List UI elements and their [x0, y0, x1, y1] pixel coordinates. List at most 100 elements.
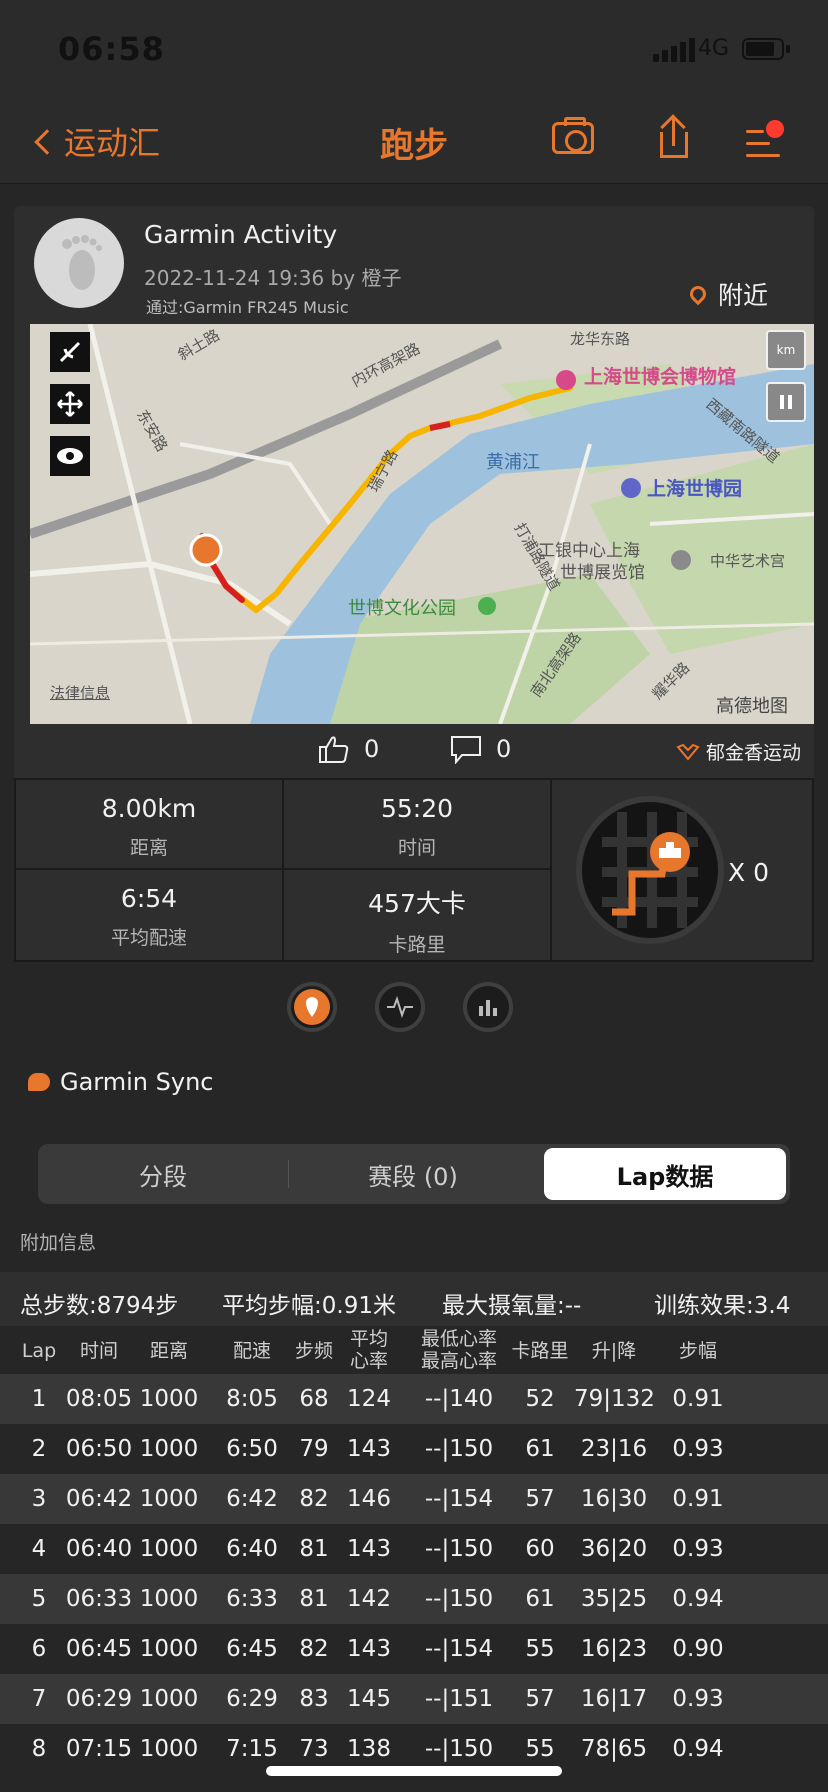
activity-device: 通过:Garmin FR245 Music	[146, 298, 349, 317]
table-cell: 36|20	[580, 1536, 648, 1562]
table-row[interactable]: 1 08:05 1000 8:05 68 124 --|140 52 79|132 0.91	[0, 1374, 828, 1424]
segment-medal[interactable]	[576, 796, 724, 944]
tulip-icon	[676, 743, 700, 761]
table-cell: 82	[299, 1636, 329, 1662]
tab-segment[interactable]: 赛段 (0)	[288, 1144, 538, 1204]
table-cell: 61	[525, 1436, 555, 1462]
table-row[interactable]: 3 06:42 1000 6:42 82 146 --|154 57 16|30 0.91	[0, 1474, 828, 1524]
lap-table-header: Lap 时间 距离 配速 步频 平均 心率 最低心率 最高心率 卡路里 升|降 步幅	[0, 1326, 828, 1374]
map-label: 中华艺术宫	[710, 552, 786, 570]
table-cell: 8:05	[226, 1386, 278, 1412]
table-cell: 0.93	[672, 1436, 724, 1462]
avatar[interactable]	[34, 218, 124, 308]
table-cell: 8	[31, 1736, 47, 1762]
table-cell: 4	[31, 1536, 47, 1562]
table-cell: 78|65	[580, 1736, 648, 1762]
table-cell: 0.91	[672, 1386, 724, 1412]
camera-icon[interactable]	[552, 117, 594, 154]
table-cell: 52	[525, 1386, 555, 1412]
like-button[interactable]: 0	[318, 734, 379, 764]
stat-time: 55:20 时间	[284, 780, 552, 870]
training-effect: 训练效果:3.4	[654, 1293, 791, 1319]
location-icon	[294, 989, 330, 1025]
distance-label: 距离	[129, 837, 168, 859]
column-header: 配速	[232, 1340, 271, 1362]
nearby-label: 附近	[718, 281, 769, 310]
km-label: km	[776, 343, 796, 357]
table-cell: 06:50	[65, 1436, 133, 1462]
sync-label: Garmin Sync	[60, 1068, 214, 1096]
map-view-button[interactable]	[287, 982, 337, 1032]
table-cell: 145	[347, 1686, 391, 1712]
table-cell: --|154	[424, 1636, 494, 1662]
table-row[interactable]: 5 06:33 1000 6:33 81 142 --|150 61 35|25 0.94	[0, 1574, 828, 1624]
thumbs-up-icon	[319, 736, 349, 763]
table-cell: 6:29	[226, 1686, 278, 1712]
stat-distance: 8.00km 距离	[16, 780, 284, 870]
activity-title: Garmin Activity	[144, 220, 338, 249]
status-time: 06:58	[58, 30, 165, 68]
table-cell: --|150	[424, 1586, 494, 1612]
table-cell: 55	[525, 1636, 555, 1662]
comment-button[interactable]: 0	[450, 734, 511, 764]
stat-pace: 6:54 平均配速	[16, 870, 284, 960]
distance-value: 8.00km	[101, 794, 197, 823]
table-row[interactable]: 6 06:45 1000 6:45 82 143 --|154 55 16|23 0.90	[0, 1624, 828, 1674]
table-cell: --|150	[424, 1536, 494, 1562]
map-label: 法律信息	[50, 684, 111, 702]
column-header: 距离	[149, 1340, 188, 1362]
table-cell: 143	[347, 1436, 391, 1462]
pace-label: 平均配速	[110, 927, 187, 949]
time-value: 55:20	[380, 794, 454, 823]
table-cell: 6:40	[226, 1536, 278, 1562]
tab-lap[interactable]: Lap数据	[544, 1148, 786, 1200]
like-count: 0	[364, 735, 380, 763]
garmin-sync[interactable]: Garmin Sync	[28, 1068, 213, 1096]
stat-calories: 457大卡 卡路里	[284, 870, 552, 960]
medal-count: X 0	[728, 858, 769, 887]
nearby-button[interactable]: 附近	[686, 276, 769, 312]
chart-view-button[interactable]	[463, 982, 513, 1032]
table-row[interactable]: 7 06:29 1000 6:29 83 145 --|151 57 16|17 0.93	[0, 1674, 828, 1724]
table-cell: 146	[347, 1486, 391, 1512]
table-cell: 0.90	[672, 1636, 724, 1662]
table-cell: 61	[525, 1586, 555, 1612]
table-cell: --|154	[424, 1486, 494, 1512]
move-icon[interactable]	[50, 384, 90, 424]
table-row[interactable]: 4 06:40 1000 6:40 81 143 --|150 60 36|20 0.93	[0, 1524, 828, 1574]
table-cell: 143	[347, 1536, 391, 1562]
time-label: 时间	[397, 837, 436, 859]
table-cell: 6:33	[226, 1586, 278, 1612]
podium-route-icon	[602, 812, 698, 928]
table-cell: 1000	[139, 1686, 199, 1712]
map-label: 上海世博会博物馆	[584, 366, 737, 388]
table-cell: 06:29	[65, 1686, 133, 1712]
table-row[interactable]: 2 06:50 1000 6:50 79 143 --|150 61 23|16 0.93	[0, 1424, 828, 1474]
home-indicator[interactable]	[266, 1766, 562, 1776]
brand-link[interactable]: 郁金香运动	[676, 738, 801, 765]
table-cell: 1000	[139, 1536, 199, 1562]
table-cell: 143	[347, 1636, 391, 1662]
location-pin-icon	[686, 282, 710, 306]
heart-rate-view-button[interactable]	[375, 982, 425, 1032]
table-cell: 57	[525, 1686, 555, 1712]
route-map[interactable]: 上海世博会博物馆 上海世博园 黄浦江 世博文化公园 工银中心上海 世博展览馆 中…	[30, 324, 814, 724]
table-cell: --|151	[424, 1686, 494, 1712]
km-marker-toggle[interactable]: km	[766, 330, 806, 370]
table-cell: 0.93	[672, 1686, 724, 1712]
pause-marker-toggle[interactable]	[766, 382, 806, 422]
table-cell: 6:45	[226, 1636, 278, 1662]
table-cell: 60	[525, 1536, 555, 1562]
satellite-toggle-icon[interactable]	[50, 332, 90, 372]
table-cell: 83	[299, 1686, 329, 1712]
map-attribution: 高德地图	[716, 696, 788, 717]
table-cell: 1000	[139, 1486, 199, 1512]
table-cell: 1	[31, 1386, 47, 1412]
table-cell: 1000	[139, 1636, 199, 1662]
tab-split[interactable]: 分段	[38, 1144, 288, 1204]
eye-icon[interactable]	[50, 436, 90, 476]
table-cell: 06:42	[65, 1486, 133, 1512]
table-cell: 81	[299, 1536, 329, 1562]
table-cell: 1000	[139, 1736, 199, 1762]
table-cell: 1000	[139, 1586, 199, 1612]
